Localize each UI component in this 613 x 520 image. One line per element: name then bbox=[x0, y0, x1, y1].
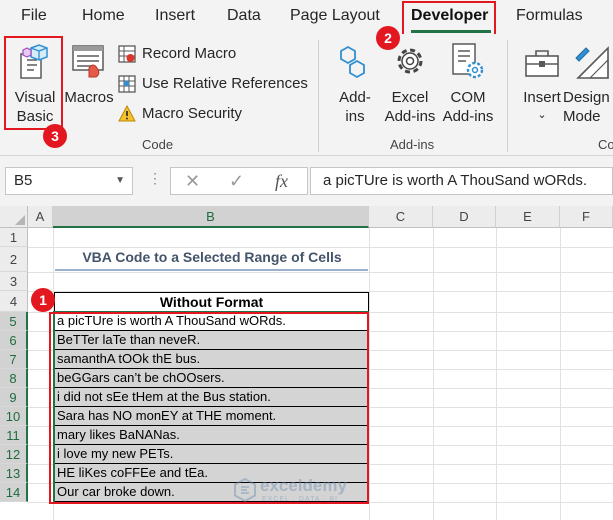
add-ins-label-line1: Add- bbox=[339, 89, 371, 106]
column-header-f[interactable]: F bbox=[560, 206, 613, 228]
chevron-down-icon: ⌄ bbox=[537, 109, 547, 121]
row-header[interactable]: 3 bbox=[0, 272, 28, 291]
record-macro-label: Record Macro bbox=[142, 45, 237, 62]
column-header-d[interactable]: D bbox=[433, 206, 496, 228]
insert-controls-label: Insert bbox=[523, 89, 561, 106]
sheet-title[interactable]: VBA Code to a Selected Range of Cells bbox=[55, 249, 369, 265]
tab-data[interactable]: Data bbox=[227, 7, 261, 25]
formula-buttons: ✕ ✓ fx bbox=[170, 167, 308, 195]
row-header[interactable]: 5 bbox=[0, 312, 28, 331]
name-box-value: B5 bbox=[14, 172, 33, 189]
column-header-b[interactable]: B bbox=[53, 206, 369, 228]
ribbon-group-separator bbox=[507, 40, 508, 152]
excel-add-ins-label-line1: Excel bbox=[391, 89, 429, 106]
toolbox-icon bbox=[525, 50, 559, 77]
row-header[interactable]: 13 bbox=[0, 464, 28, 483]
excel-add-ins-label-line2: Add-ins bbox=[384, 108, 436, 125]
formula-bar: B5 ▼ ⋮ ✕ ✓ fx a picTUre is worth A ThouS… bbox=[0, 156, 613, 206]
annotation-badge-1: 1 bbox=[31, 288, 55, 312]
watermark-tagline: EXCEL · DATA · BI bbox=[262, 496, 338, 503]
column-header-c[interactable]: C bbox=[369, 206, 433, 228]
row-header[interactable]: 10 bbox=[0, 407, 28, 426]
add-ins-icon bbox=[340, 45, 365, 79]
record-macro-button[interactable]: Record Macro bbox=[118, 42, 308, 66]
row-header[interactable]: 2 bbox=[0, 247, 28, 272]
ribbon-tab-bar: File Home Insert Data Page Layout Develo… bbox=[0, 0, 613, 39]
gridline bbox=[28, 272, 613, 273]
row-header[interactable]: 7 bbox=[0, 350, 28, 369]
design-mode-button[interactable]: Design Mode bbox=[563, 36, 613, 132]
row-header[interactable]: 4 bbox=[0, 291, 28, 312]
watermark-name: exceldemy bbox=[260, 476, 347, 495]
column-header-a[interactable]: A bbox=[28, 206, 53, 228]
macros-label: Macros bbox=[64, 89, 114, 106]
tab-insert[interactable]: Insert bbox=[155, 7, 195, 25]
row-header[interactable]: 12 bbox=[0, 445, 28, 464]
worksheet-grid[interactable]: A B C D E F 1 2 3 4 5 6 7 8 9 10 11 12 1… bbox=[0, 206, 613, 520]
ribbon-group-separator bbox=[318, 40, 319, 152]
tab-page-layout[interactable]: Page Layout bbox=[290, 7, 380, 25]
use-relative-references-button[interactable]: Use Relative References bbox=[118, 72, 308, 96]
design-mode-label-line2: Mode bbox=[563, 108, 601, 125]
macros-button[interactable]: Macros bbox=[64, 36, 114, 132]
gridline bbox=[28, 247, 613, 248]
warning-icon bbox=[118, 105, 136, 122]
design-mode-label-line1: Design bbox=[563, 89, 610, 106]
row-header[interactable]: 9 bbox=[0, 388, 28, 407]
annotation-badge-3: 3 bbox=[43, 124, 67, 148]
insert-function-icon[interactable]: fx bbox=[275, 171, 288, 192]
formula-input[interactable]: a picTUre is worth A ThouSand wORds. bbox=[310, 167, 613, 195]
row-header[interactable]: 6 bbox=[0, 331, 28, 350]
exceldemy-logo-icon bbox=[234, 478, 256, 502]
macros-icon bbox=[72, 45, 104, 78]
cancel-icon[interactable]: ✕ bbox=[185, 171, 200, 192]
title-underline bbox=[55, 269, 368, 271]
record-macro-icon bbox=[118, 45, 136, 63]
enter-icon[interactable]: ✓ bbox=[229, 171, 244, 192]
macro-security-button[interactable]: Macro Security bbox=[118, 102, 308, 126]
add-ins-label-line2: ins bbox=[345, 108, 365, 125]
tab-file[interactable]: File bbox=[21, 7, 47, 25]
formula-bar-resize-handle[interactable]: ⋮ bbox=[148, 170, 162, 187]
ribbon: Visual Basic Macros Record Macro Use Rel… bbox=[0, 26, 613, 156]
row-header[interactable]: 1 bbox=[0, 228, 28, 247]
add-ins-group-label: Add-ins bbox=[390, 137, 435, 152]
row-header[interactable]: 11 bbox=[0, 426, 28, 445]
gear-icon bbox=[397, 48, 423, 74]
relative-references-icon bbox=[118, 75, 136, 93]
insert-controls-button[interactable]: Insert ⌄ bbox=[516, 36, 568, 132]
macro-security-label: Macro Security bbox=[142, 105, 243, 122]
excel-add-ins-button[interactable]: Excel Add-ins bbox=[380, 36, 440, 132]
controls-group-label: Co bbox=[598, 137, 613, 152]
design-mode-icon bbox=[575, 46, 609, 79]
annotation-badge-2: 2 bbox=[376, 26, 400, 50]
use-relative-references-label: Use Relative References bbox=[142, 75, 308, 92]
table-header-cell[interactable]: Without Format bbox=[54, 292, 369, 312]
column-header-e[interactable]: E bbox=[496, 206, 560, 228]
com-add-ins-label-line1: COM bbox=[450, 89, 486, 106]
row-header[interactable]: 14 bbox=[0, 483, 28, 502]
tab-formulas[interactable]: Formulas bbox=[516, 7, 583, 25]
tab-home[interactable]: Home bbox=[82, 7, 125, 25]
row-header[interactable]: 8 bbox=[0, 369, 28, 388]
add-ins-button[interactable]: Add- ins bbox=[330, 36, 380, 132]
com-add-ins-button[interactable]: COM Add-ins bbox=[438, 36, 498, 132]
watermark: exceldemy EXCEL · DATA · BI bbox=[234, 474, 384, 510]
select-all-button[interactable] bbox=[0, 206, 28, 228]
code-group-label: Code bbox=[142, 137, 174, 152]
com-add-ins-label-line2: Add-ins bbox=[442, 108, 494, 125]
name-box[interactable]: B5 ▼ bbox=[5, 167, 133, 195]
name-box-dropdown-icon[interactable]: ▼ bbox=[115, 168, 125, 194]
com-add-ins-icon bbox=[452, 43, 484, 79]
visual-basic-highlight bbox=[4, 36, 63, 130]
